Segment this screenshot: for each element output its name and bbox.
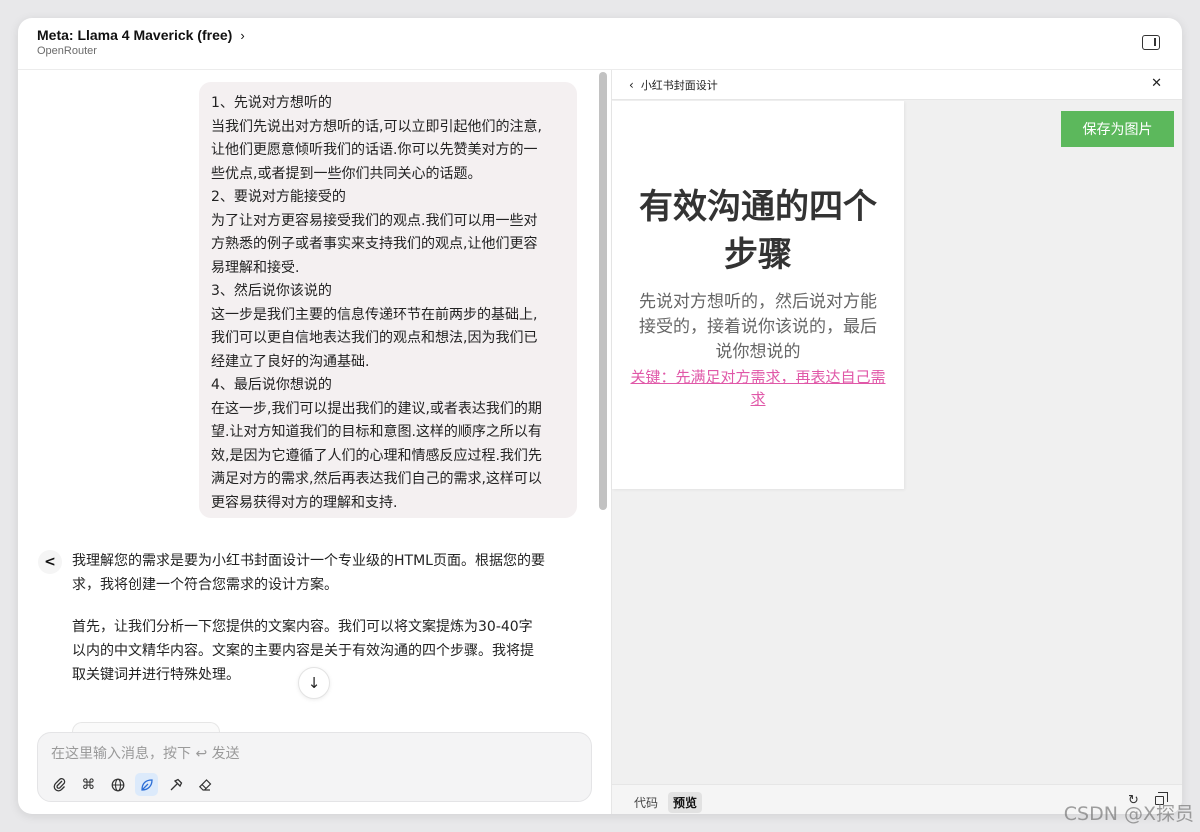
artifact-preview-panel: ‹ 小红书封面设计 ✕ 有效沟通的四个步骤 先说对方想听的，然后说对方能接受的，… (612, 70, 1182, 814)
composer-toolbar: ⌘ (48, 773, 216, 796)
watermark: CSDN @X探员 (1063, 803, 1194, 825)
sidebar-toggle-icon[interactable] (1142, 35, 1160, 50)
user-message-line: 效,是因为它遵循了人们的心理和情感反应过程.我们先 (211, 447, 542, 464)
user-message-line: 我们可以更自信地表达我们的观点和想法,因为我们已 (211, 330, 538, 346)
user-message-line: 在这一步,我们可以提出我们的建议,或者表达我们的期 (211, 400, 542, 417)
user-message-line: 当我们先说出对方想听的话,可以立即引起他们的注意, (211, 118, 542, 135)
message-input[interactable] (51, 743, 571, 765)
close-icon[interactable]: ✕ (1151, 76, 1162, 91)
save-as-image-button[interactable]: 保存为图片 (1061, 111, 1174, 147)
tab-code[interactable]: 代码 (629, 792, 663, 813)
arrow-down-icon: ↓ (307, 674, 321, 692)
assistant-message-line: 求，我将创建一个符合您需求的设计方案。 (72, 577, 338, 593)
user-message-line: 这一步是我们主要的信息传递环节在前两步的基础上, (211, 306, 538, 323)
assistant-avatar-icon: < (38, 550, 62, 574)
user-message-line: 1、先说对方想听的 (211, 95, 332, 111)
assistant-message-line: 首先，让我们分析一下您提供的文案内容。我们可以将文案提炼为30-40字 (72, 619, 533, 635)
chat-scrollbar[interactable] (599, 72, 607, 510)
user-message-line: 些优点,或者提到一些你们共同关心的话题。 (211, 165, 482, 182)
cover-key-point: 关键：先满足对方需求，再表达自己需求 (630, 368, 886, 408)
user-message-line: 望.让对方知道我们的目标和意图.这样的顺序之所以有 (211, 424, 542, 440)
model-provider: OpenRouter (37, 45, 97, 57)
leaf-icon[interactable] (135, 773, 158, 796)
model-selector[interactable]: Meta: Llama 4 Maverick (free) › (37, 27, 245, 43)
user-message-line: 易理解和接受. (211, 259, 300, 276)
cover-preview-card: 有效沟通的四个步骤 先说对方想听的，然后说对方能接受的，接着说你该说的，最后说你… (612, 101, 904, 489)
cover-title: 有效沟通的四个步骤 (639, 187, 877, 275)
assistant-message-line: 以内的中文精华内容。文案的主要内容是关于有效沟通的四个步骤。我将提 (72, 643, 534, 659)
user-message-line: 2、要说对方能接受的 (211, 189, 346, 205)
user-message-line: 4、最后说你想说的 (211, 377, 332, 393)
hammer-icon[interactable] (164, 773, 187, 796)
preview-back-button[interactable]: ‹ 小红书封面设计 (629, 77, 718, 93)
chevron-right-icon: › (240, 27, 245, 43)
chat-header: Meta: Llama 4 Maverick (free) › OpenRout… (18, 18, 1182, 70)
preview-topbar: ‹ 小红书封面设计 ✕ (612, 70, 1182, 100)
user-message: 1、先说对方想听的 当我们先说出对方想听的话,可以立即引起他们的注意, 让他们更… (199, 82, 577, 518)
chevron-left-icon: ‹ (629, 78, 634, 92)
tab-preview[interactable]: 预览 (668, 792, 703, 813)
message-composer: ⌘ (37, 732, 592, 802)
eraser-icon[interactable] (193, 773, 216, 796)
chat-area: 1、先说对方想听的 当我们先说出对方想听的话,可以立即引起他们的注意, 让他们更… (18, 70, 612, 814)
assistant-message-line: 我理解您的需求是要为小红书封面设计一个专业级的HTML页面。根据您的要 (72, 553, 545, 569)
cover-description: 先说对方想听的，然后说对方能接受的，接着说你该说的，最后说你想说的 (639, 292, 877, 362)
user-message-line: 方熟悉的例子或者事实来支持我们的观点,让他们更容 (211, 236, 538, 252)
command-icon[interactable]: ⌘ (77, 773, 100, 796)
paperclip-icon[interactable] (48, 773, 71, 796)
user-message-line: 让他们更愿意倾听我们的话语.你可以先赞美对方的一 (211, 142, 538, 158)
app-window: Meta: Llama 4 Maverick (free) › OpenRout… (18, 18, 1182, 814)
artifact-title: 小红书封面设计 (640, 79, 718, 92)
globe-icon[interactable] (106, 773, 129, 796)
user-message-line: 经建立了良好的沟通基础. (211, 353, 370, 370)
user-message-line: 满足对方的需求,然后再表达我们自己的需求,这样可以 (211, 471, 542, 487)
user-message-line: 为了让对方更容易接受我们的观点.我们可以用一些对 (211, 212, 538, 229)
user-message-line: 更容易获得对方的理解和支持. (211, 494, 398, 511)
scroll-to-bottom-button[interactable]: ↓ (298, 667, 330, 699)
user-message-line: 3、然后说你该说的 (211, 283, 332, 299)
model-name: Meta: Llama 4 Maverick (free) (37, 27, 233, 43)
